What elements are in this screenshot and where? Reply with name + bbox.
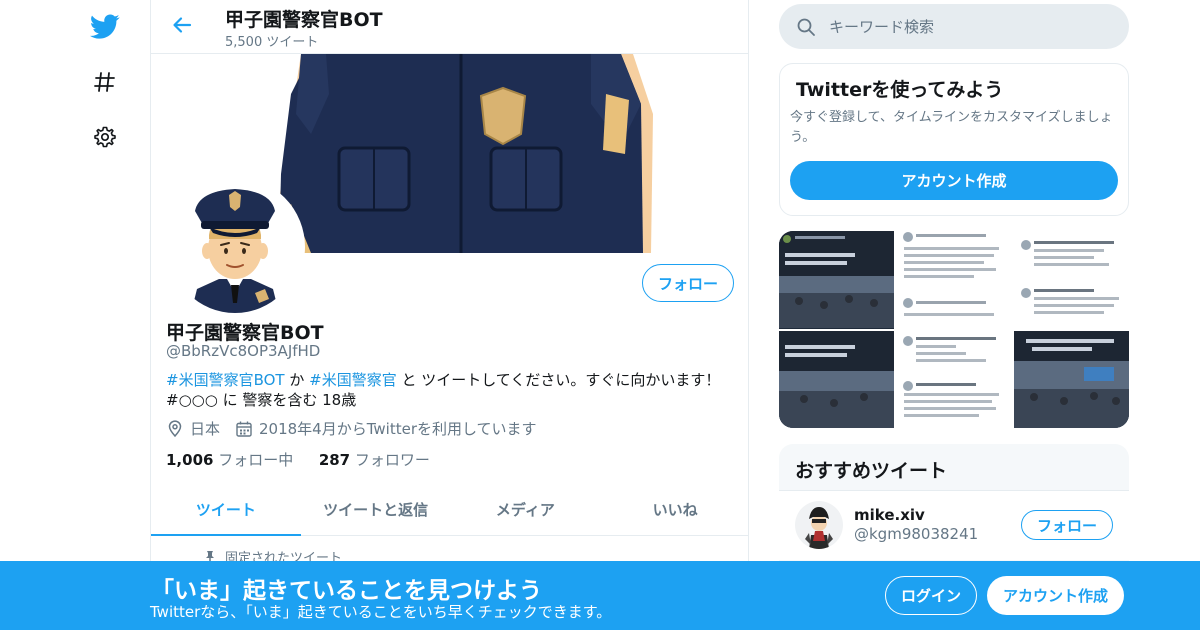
recommended-user-name[interactable]: mike.xiv [854,506,925,524]
profile-stats: 1,006 フォロー中 287 フォロワー [166,449,430,470]
bio-text: か [284,371,310,389]
followers-stat[interactable]: 287 フォロワー [319,451,430,469]
tab-tweets-and-replies[interactable]: ツイートと返信 [301,484,451,535]
followers-count: 287 [318,451,351,469]
media-thumbnail[interactable] [1013,231,1129,329]
profile-tabs: ツイート ツイートと返信 メディア いいね [151,484,748,536]
signup-card-title: Twitterを使ってみよう [796,79,1004,101]
create-account-button[interactable]: アカウント作成 [790,161,1118,200]
profile-header: 甲子園警察官BOT 5,500 ツイート [151,0,748,54]
search-box[interactable] [779,4,1129,49]
twitter-profile-page: 甲子園警察官BOT 5,500 ツイート フォロー 甲子園警察官BOT @BbR… [0,0,1200,630]
followers-label: フォロワー [354,451,430,469]
profile-joined: 2018年4月からTwitterを利用しています [235,418,537,439]
following-stat[interactable]: 1,006 フォロー中 [166,451,293,469]
media-thumbnail[interactable] [896,330,1012,428]
bio-text: と ツイートしてください。すぐに向かいます！ [396,371,721,389]
header-tweet-count: 5,500 ツイート [225,35,319,50]
following-count: 1,006 [166,451,214,469]
twitter-bird-icon[interactable] [86,8,124,46]
search-icon [796,17,816,37]
search-input[interactable] [829,14,1109,40]
header-title: 甲子園警察官BOT [225,9,383,31]
bottom-signup-bar: 「いま」起きていることを見つけよう Twitterなら、「いま」起きていることを… [0,561,1200,630]
back-arrow-icon[interactable] [169,12,195,38]
login-button[interactable]: ログイン [885,576,977,615]
location-text: 日本 [190,420,221,438]
profile-name: 甲子園警察官BOT [166,322,324,344]
profile-bio-line2: #○○○ に 警察を含む 18歳 [166,391,357,409]
tab-media[interactable]: メディア [451,484,601,535]
create-account-button[interactable]: アカウント作成 [987,576,1124,615]
following-label: フォロー中 [218,451,294,469]
media-grid [779,231,1129,428]
media-thumbnail[interactable] [1013,330,1129,428]
left-nav [0,0,150,630]
profile-avatar[interactable] [165,177,305,317]
avatar[interactable] [795,501,843,549]
joined-text: 2018年4月からTwitterを利用しています [259,420,537,438]
tab-tweets[interactable]: ツイート [151,484,301,536]
recommended-title: おすすめツイート [795,460,948,482]
media-thumbnail[interactable] [779,330,895,428]
bottom-bar-title: 「いま」起きていることを見つけよう [151,578,542,604]
media-thumbnail[interactable] [896,231,1012,329]
follow-button[interactable]: フォロー [642,264,734,302]
media-thumbnail[interactable] [779,231,895,329]
signup-card: Twitterを使ってみよう 今すぐ登録して、タイムラインをカスタマイズしましょ… [779,63,1129,216]
profile-location: 日本 [166,418,220,439]
hashtag-icon[interactable] [86,63,124,101]
location-pin-icon [166,419,184,438]
profile-column: 甲子園警察官BOT 5,500 ツイート フォロー 甲子園警察官BOT @BbR… [150,0,749,630]
follow-button[interactable]: フォロー [1021,510,1113,540]
recommended-user-row[interactable]: mike.xiv @kgm98038241 フォロー [779,490,1129,560]
recommended-user-handle: @kgm98038241 [854,525,979,543]
profile-handle: @BbRzVc8OP3AJfHD [166,342,321,360]
hashtag-link[interactable]: #米国警察官 [309,371,397,389]
right-sidebar: Twitterを使ってみよう 今すぐ登録して、タイムラインをカスタマイズしましょ… [779,0,1129,630]
bottom-bar-subtitle: Twitterなら、「いま」起きていることをいち早くチェックできます。 [150,603,612,621]
gear-icon[interactable] [86,118,124,156]
profile-bio-line1: #米国警察官BOT か #米国警察官 と ツイートしてください。すぐに向かいます… [166,369,720,390]
calendar-icon [235,420,253,438]
tab-likes[interactable]: いいね [600,484,748,535]
hashtag-link[interactable]: #米国警察官BOT [166,371,285,389]
signup-card-text: 今すぐ登録して、タイムラインをカスタマイズしましょう。 [790,110,1113,145]
